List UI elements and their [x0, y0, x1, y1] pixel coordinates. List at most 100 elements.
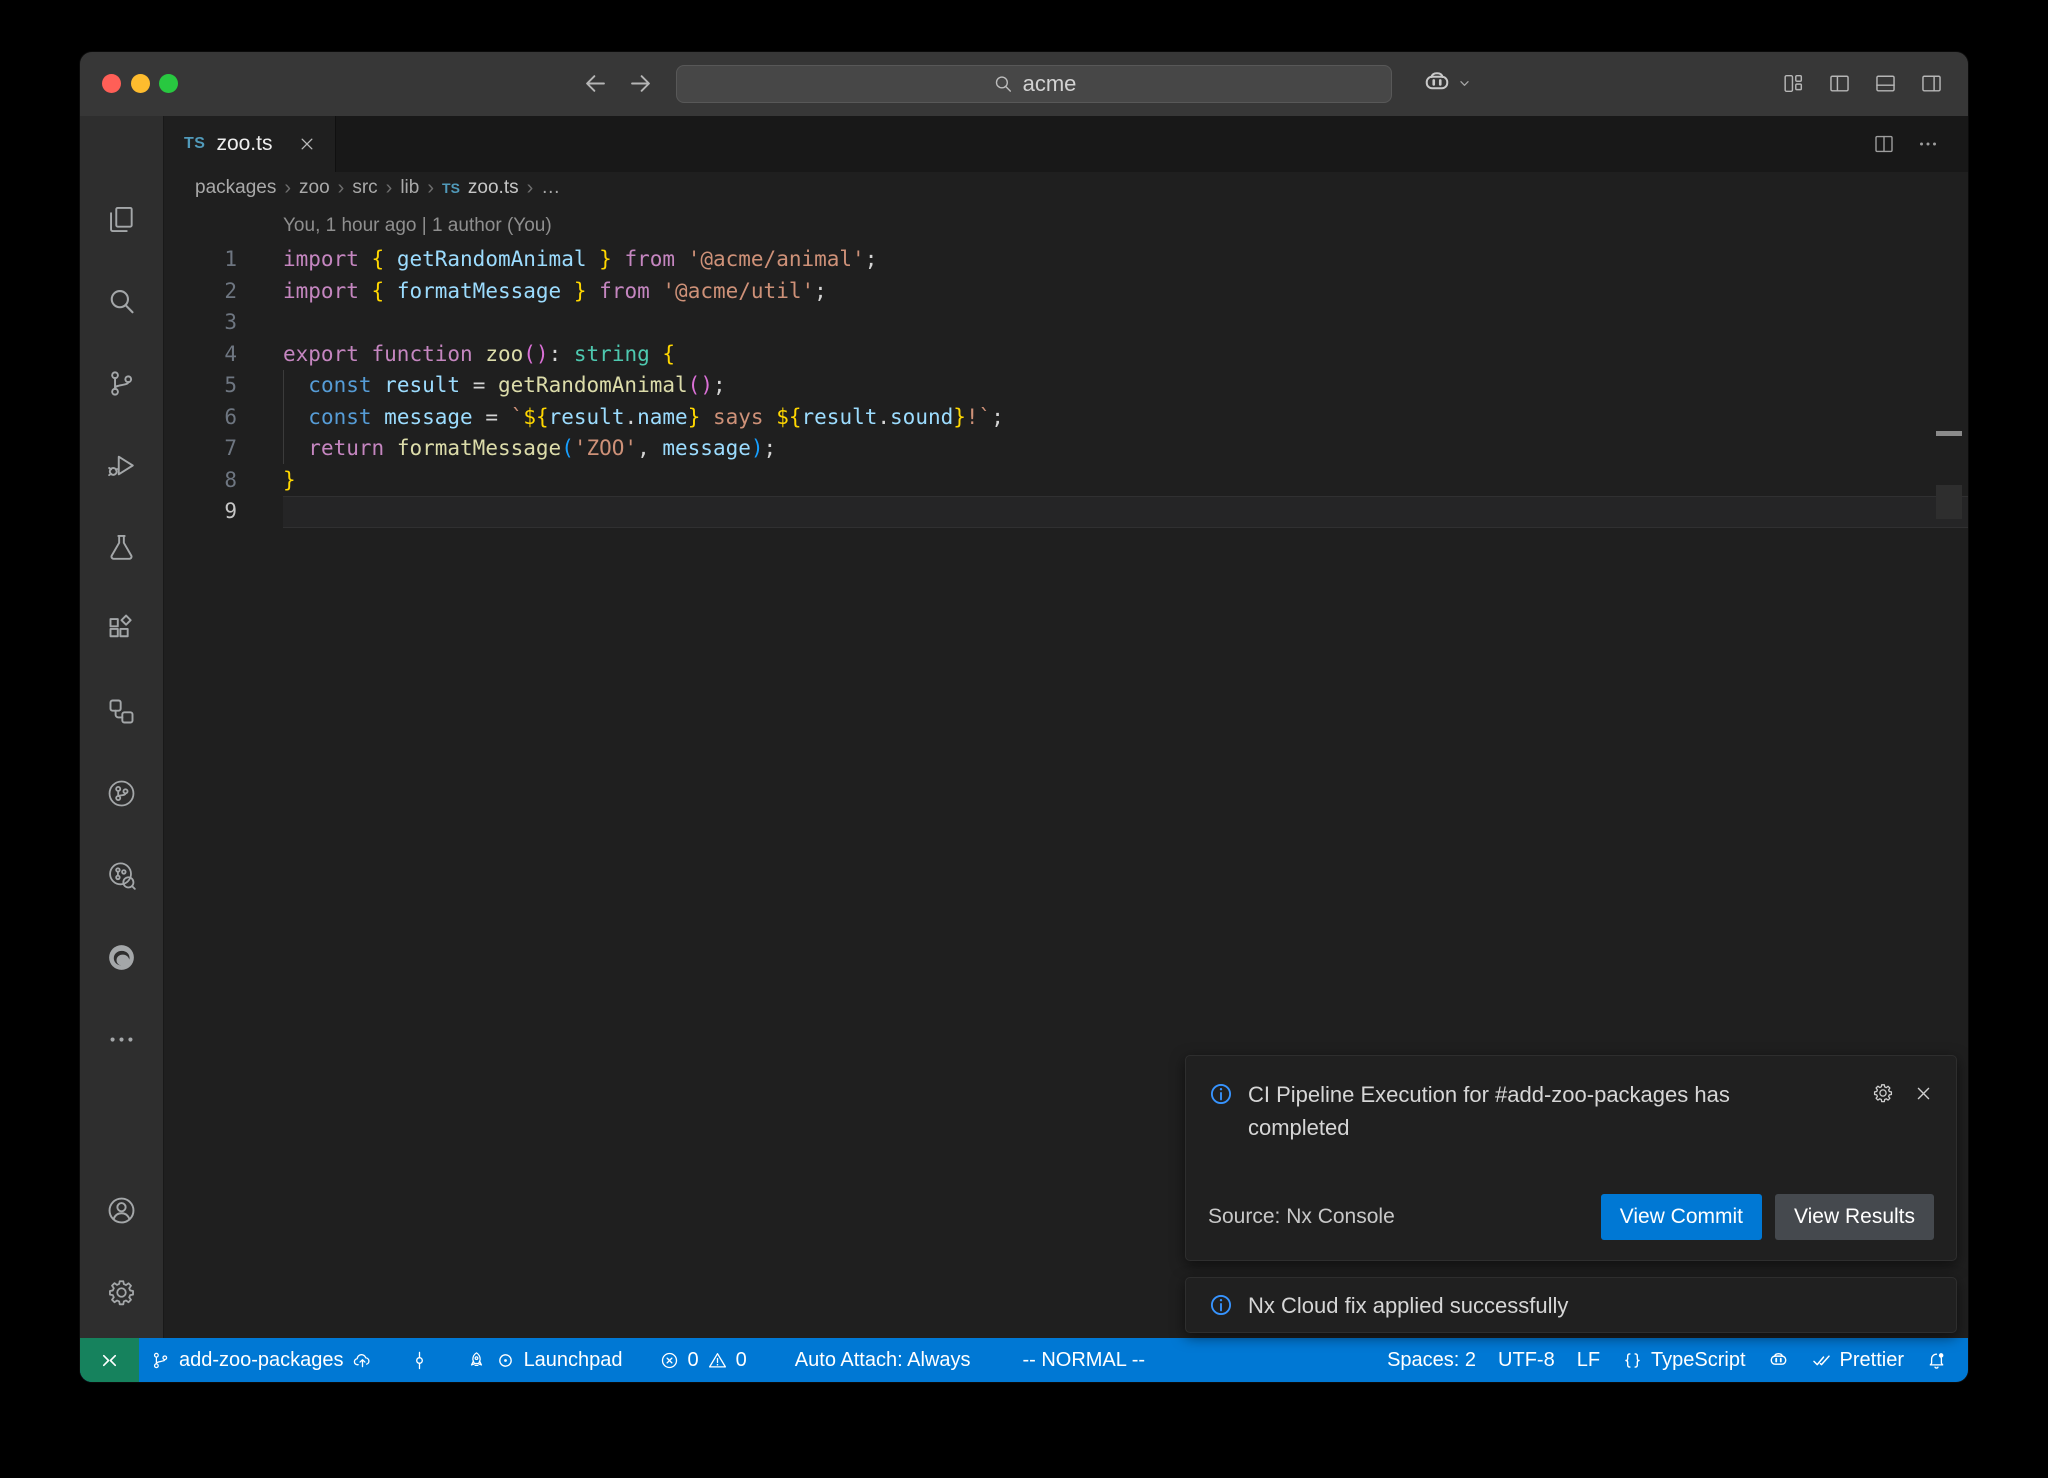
- code-line[interactable]: 1import { getRandomAnimal } from '@acme/…: [164, 244, 1968, 276]
- layout-controls: [1781, 71, 1944, 96]
- activity-item-more-views[interactable]: [80, 1015, 163, 1063]
- status-label: 0: [736, 1349, 747, 1372]
- tab-zoo-ts[interactable]: TS zoo.ts: [164, 116, 336, 172]
- activity-item-run-debug[interactable]: [80, 441, 163, 489]
- status-item-notifications-bell[interactable]: [1915, 1338, 1958, 1382]
- status-left: add-zoo-packages Launchpad 00 Auto Attach: …: [139, 1338, 1156, 1382]
- tab-label: zoo.ts: [216, 132, 272, 156]
- tab-close-icon[interactable]: [297, 134, 317, 154]
- status-label: Prettier: [1840, 1349, 1904, 1372]
- breadcrumb-symbol[interactable]: …: [541, 177, 560, 199]
- code-line[interactable]: 3: [164, 307, 1968, 339]
- typescript-file-icon: TS: [184, 135, 205, 153]
- minimize-window-button[interactable]: [131, 74, 150, 93]
- code-text: [283, 496, 1968, 528]
- chevron-right-icon: ›: [284, 177, 291, 200]
- close-icon[interactable]: [1913, 1083, 1934, 1104]
- code-line[interactable]: 9: [164, 496, 1968, 528]
- breadcrumb-item[interactable]: packages: [195, 177, 276, 199]
- activity-item-testing[interactable]: [80, 523, 163, 571]
- git-blame-annotation[interactable]: You, 1 hour ago | 1 author (You): [283, 215, 552, 237]
- command-center-search[interactable]: acme: [676, 65, 1392, 103]
- code-line[interactable]: 8}: [164, 465, 1968, 497]
- status-item-language-mode[interactable]: TypeScript: [1611, 1338, 1756, 1382]
- activity-item-nx-console[interactable]: [80, 687, 163, 735]
- extensions-icon: [105, 613, 138, 646]
- panel-bottom-icon[interactable]: [1873, 71, 1898, 96]
- activity-item-source-control[interactable]: [80, 359, 163, 407]
- line-number: 7: [164, 433, 283, 465]
- activity-item-extensions[interactable]: [80, 605, 163, 653]
- notification-message: CI Pipeline Execution for #add-zoo-packa…: [1248, 1078, 1818, 1144]
- view-results-button[interactable]: View Results: [1775, 1194, 1934, 1240]
- notification-header: CI Pipeline Execution for #add-zoo-packa…: [1208, 1078, 1934, 1144]
- view-commit-button[interactable]: View Commit: [1601, 1194, 1762, 1240]
- status-label: add-zoo-packages: [179, 1349, 344, 1372]
- code-text: export function zoo(): string {: [283, 339, 1968, 371]
- notification-nx-cloud-fix: Nx Cloud fix applied successfully: [1185, 1277, 1957, 1333]
- status-item-git-branch[interactable]: add-zoo-packages: [139, 1338, 384, 1382]
- ellipsis-icon: [105, 1023, 138, 1056]
- bell-dot-icon: [1926, 1350, 1947, 1371]
- files-icon: [105, 203, 138, 236]
- split-editor-icon[interactable]: [1872, 132, 1896, 156]
- status-item-problems[interactable]: 00: [648, 1338, 758, 1382]
- activity-item-accounts[interactable]: [80, 1186, 163, 1234]
- activity-item-settings[interactable]: [80, 1268, 163, 1316]
- activity-item-gitlens[interactable]: [80, 769, 163, 817]
- code-line[interactable]: 4export function zoo(): string {: [164, 339, 1968, 371]
- breadcrumb-item[interactable]: lib: [400, 177, 419, 199]
- gitlens-inspect-icon: [105, 859, 138, 892]
- scrollbar-slider[interactable]: [1936, 485, 1962, 519]
- status-label: Spaces: 2: [1387, 1349, 1476, 1372]
- line-number: 9: [164, 496, 283, 528]
- breadcrumb-item[interactable]: zoo: [299, 177, 330, 199]
- git-branch-icon: [105, 367, 138, 400]
- chevron-right-icon: ›: [527, 177, 534, 200]
- remote-indicator[interactable]: [80, 1338, 139, 1382]
- activity-item-gitlens-inspect[interactable]: [80, 851, 163, 899]
- info-icon: [1208, 1081, 1234, 1107]
- status-item-eol[interactable]: LF: [1566, 1338, 1611, 1382]
- code-text: const message = `${result.name} says ${r…: [283, 402, 1968, 434]
- breadcrumb-file[interactable]: zoo.ts: [468, 177, 519, 199]
- activity-item-edge-tools[interactable]: [80, 933, 163, 981]
- status-label: TypeScript: [1651, 1349, 1745, 1372]
- forward-arrow-icon[interactable]: [627, 70, 654, 97]
- status-item-copilot-status[interactable]: [1757, 1338, 1800, 1382]
- code-line[interactable]: 2import { formatMessage } from '@acme/ut…: [164, 276, 1968, 308]
- status-item-auto-attach[interactable]: Auto Attach: Always: [784, 1338, 982, 1382]
- code-text: }: [283, 465, 1968, 497]
- status-item-formatter-prettier[interactable]: Prettier: [1800, 1338, 1915, 1382]
- status-item-vim-mode[interactable]: -- NORMAL --: [1011, 1338, 1156, 1382]
- chevron-right-icon: ›: [386, 177, 393, 200]
- copilot-icon: [1422, 68, 1452, 98]
- breadcrumb-item[interactable]: src: [352, 177, 377, 199]
- status-item-launchpad[interactable]: Launchpad: [455, 1338, 634, 1382]
- traffic-lights: [102, 74, 178, 93]
- code-line[interactable]: 5 const result = getRandomAnimal();: [164, 370, 1968, 402]
- gear-icon[interactable]: [1871, 1081, 1895, 1105]
- code-line[interactable]: 7 return formatMessage('ZOO', message);: [164, 433, 1968, 465]
- line-number: 5: [164, 370, 283, 402]
- nx-console-icon: [105, 695, 138, 728]
- more-actions-icon[interactable]: [1916, 132, 1940, 156]
- copilot-menu[interactable]: [1422, 68, 1473, 98]
- status-item-encoding[interactable]: UTF-8: [1487, 1338, 1566, 1382]
- desktop: acme TS zoo.ts: [0, 0, 2048, 1478]
- activity-item-explorer[interactable]: [80, 195, 163, 243]
- close-window-button[interactable]: [102, 74, 121, 93]
- activity-item-search[interactable]: [80, 277, 163, 325]
- back-arrow-icon[interactable]: [582, 70, 609, 97]
- line-number: 8: [164, 465, 283, 497]
- code-line[interactable]: 6 const message = `${result.name} says $…: [164, 402, 1968, 434]
- customize-layout-icon[interactable]: [1781, 71, 1806, 96]
- panel-left-icon[interactable]: [1827, 71, 1852, 96]
- line-number: 1: [164, 244, 283, 276]
- status-item-indentation[interactable]: Spaces: 2: [1376, 1338, 1487, 1382]
- zoom-window-button[interactable]: [159, 74, 178, 93]
- panel-right-icon[interactable]: [1919, 71, 1944, 96]
- status-label: LF: [1577, 1349, 1600, 1372]
- status-item-git-commit[interactable]: [398, 1338, 441, 1382]
- search-icon: [105, 285, 138, 318]
